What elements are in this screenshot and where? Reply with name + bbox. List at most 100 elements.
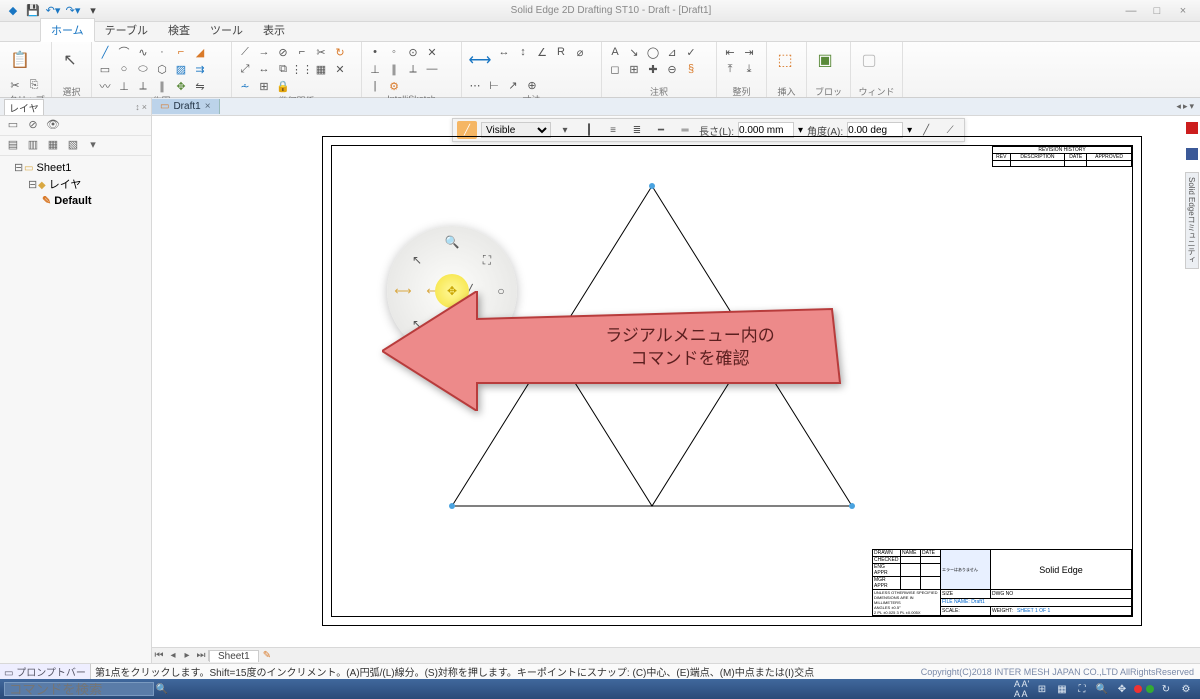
maximize-button[interactable]: □ <box>1146 5 1168 17</box>
text-icon[interactable]: A <box>606 44 624 60</box>
dim-chain-icon[interactable]: ⋯ <box>466 77 484 93</box>
nav-next-icon[interactable]: ▸ <box>1183 101 1188 112</box>
snap-icon[interactable]: ⊞ <box>1034 682 1050 696</box>
leader-icon[interactable]: ↘ <box>625 44 643 60</box>
window-button[interactable]: ▢ <box>855 44 883 76</box>
nav-menu-icon[interactable]: ▾ <box>1189 101 1194 112</box>
is-hor-icon[interactable]: — <box>423 61 441 77</box>
delete-icon[interactable]: ✕ <box>331 61 349 77</box>
scale-icon[interactable]: ⤢ <box>236 61 254 77</box>
is-perp-icon[interactable]: ⟂ <box>404 61 422 77</box>
corner-icon[interactable]: ⌐ <box>293 44 311 60</box>
layer-dd-icon[interactable]: ▾ <box>84 138 102 154</box>
align-r-icon[interactable]: ⇥ <box>740 44 758 60</box>
tab-tool[interactable]: ツール <box>200 19 253 41</box>
layer-del-icon[interactable]: ⊘ <box>24 118 42 134</box>
stretch-icon[interactable]: ↔ <box>255 61 273 77</box>
cl-icon[interactable]: ⊖ <box>663 61 681 77</box>
point-icon[interactable]: · <box>153 44 171 60</box>
close-button[interactable]: × <box>1172 5 1194 17</box>
tree-sheet[interactable]: ⊟▭ Sheet1 <box>4 160 147 175</box>
fillet-icon[interactable]: ⌐ <box>172 44 190 60</box>
trim-icon[interactable]: ⟋ <box>236 44 254 60</box>
cut-icon[interactable]: ✂ <box>6 77 24 93</box>
layer-new-icon[interactable]: ▭ <box>4 118 22 134</box>
datum-icon[interactable]: ◻ <box>606 61 624 77</box>
minimize-button[interactable]: — <box>1120 5 1142 17</box>
dim-ver-icon[interactable]: ↕ <box>514 44 532 60</box>
dim-axis-icon[interactable]: ⊕ <box>523 77 541 93</box>
panel-close-icon[interactable]: × <box>142 102 147 112</box>
insert-button[interactable]: ⬚ <box>771 44 799 76</box>
redo-icon[interactable]: ↷▾ <box>64 2 82 20</box>
ang-dd-icon[interactable]: ▾ <box>907 125 912 136</box>
smart-dim-button[interactable]: ⟷ <box>466 44 494 76</box>
app-icon[interactable]: ◆ <box>4 2 22 20</box>
copy-icon[interactable]: ⎘ <box>25 77 43 93</box>
pattern-icon[interactable]: ▦ <box>312 61 330 77</box>
is-int-icon[interactable]: ✕ <box>423 44 441 60</box>
spline-icon[interactable]: 〰 <box>96 78 114 94</box>
radial-arrow-icon[interactable]: ↖ <box>407 250 427 270</box>
tab-home[interactable]: ホーム <box>40 18 95 42</box>
nav-prev-icon[interactable]: ◂ <box>1176 101 1181 112</box>
break-icon[interactable]: ⊘ <box>274 44 292 60</box>
layer-t4-icon[interactable]: ▧ <box>64 138 82 154</box>
pin-icon[interactable]: ↕ <box>135 102 140 112</box>
grid-icon[interactable]: ▦ <box>1054 682 1070 696</box>
qat-dropdown-icon[interactable]: ▾ <box>84 2 102 20</box>
weld-icon[interactable]: ⊿ <box>663 44 681 60</box>
dim-dia-icon[interactable]: ⌀ <box>571 44 589 60</box>
zoom-area-icon[interactable]: 🔍 <box>1094 682 1110 696</box>
parallel-icon[interactable]: ∥ <box>153 78 171 94</box>
command-search-input[interactable] <box>4 682 154 696</box>
tree-layer-group[interactable]: ⊟◆ レイヤ <box>4 175 147 193</box>
gdt-icon[interactable]: ⊞ <box>625 61 643 77</box>
is-ver-icon[interactable]: | <box>366 78 384 94</box>
tree-layer-default[interactable]: ✎ Default <box>4 193 147 208</box>
is-cen-icon[interactable]: ⊙ <box>404 44 422 60</box>
sheet-next-icon[interactable]: ▸ <box>180 650 194 661</box>
array-icon[interactable]: ⋮⋮ <box>293 61 311 77</box>
is-mid-icon[interactable]: ◦ <box>385 44 403 60</box>
status-dot-red[interactable] <box>1134 685 1142 693</box>
line-icon[interactable]: ╱ <box>96 44 114 60</box>
dim-ord-icon[interactable]: ↗ <box>504 77 522 93</box>
pan-icon[interactable]: ✥ <box>1114 682 1130 696</box>
move-icon[interactable]: ✥ <box>172 78 190 94</box>
dim-rad-icon[interactable]: R <box>552 44 570 60</box>
search-go-icon[interactable]: 🔍 <box>154 682 170 696</box>
layer-t2-icon[interactable]: ▥ <box>24 138 42 154</box>
surf-icon[interactable]: ✓ <box>682 44 700 60</box>
copy-icon[interactable]: ⧉ <box>274 61 292 77</box>
poly-icon[interactable]: ⬡ <box>153 61 171 77</box>
layer-t1-icon[interactable]: ▤ <box>4 138 22 154</box>
youtube-icon[interactable] <box>1186 122 1198 134</box>
layer-tab[interactable]: レイヤ <box>4 99 44 115</box>
lock-icon[interactable]: 🔒 <box>274 78 292 94</box>
is-par-icon[interactable]: ∥ <box>385 61 403 77</box>
sheet-first-icon[interactable]: ⏮ <box>152 650 166 661</box>
text-size-icon[interactable]: A A' A A <box>1014 682 1030 696</box>
relation-icon[interactable]: ⩪ <box>236 78 254 94</box>
select-button[interactable]: ↖ <box>56 44 84 76</box>
doc-tab-draft1[interactable]: ▭Draft1× <box>152 99 220 114</box>
rotate-icon[interactable]: ↻ <box>331 44 349 60</box>
arc-icon[interactable]: ⌒ <box>115 44 133 60</box>
circle-icon[interactable]: ○ <box>115 61 133 77</box>
rect-icon[interactable]: ▭ <box>96 61 114 77</box>
dim-hor-icon[interactable]: ↔ <box>495 44 513 60</box>
balloon-icon[interactable]: ◯ <box>644 44 662 60</box>
len-dd-icon[interactable]: ▾ <box>798 125 803 136</box>
save-icon[interactable]: 💾 <box>24 2 42 20</box>
curve-icon[interactable]: ∿ <box>134 44 152 60</box>
tab-inspect[interactable]: 検査 <box>158 19 200 41</box>
is-opts-icon[interactable]: ⚙ <box>385 78 403 94</box>
doc-tab-close-icon[interactable]: × <box>205 101 211 112</box>
tab-table[interactable]: テーブル <box>95 19 158 41</box>
block-button[interactable]: ▣ <box>811 44 839 76</box>
tab-view[interactable]: 表示 <box>253 19 295 41</box>
sheet-last-icon[interactable]: ⏭ <box>194 650 208 661</box>
align-l-icon[interactable]: ⇤ <box>721 44 739 60</box>
chamfer-icon[interactable]: ◢ <box>191 44 209 60</box>
